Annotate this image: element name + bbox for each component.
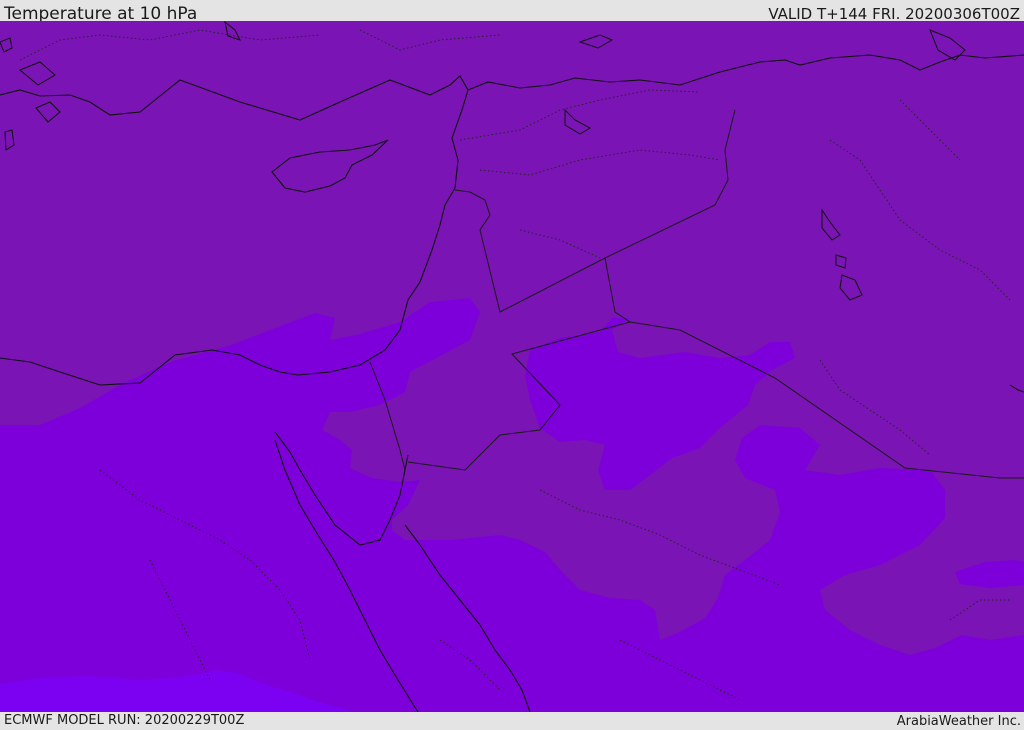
model-run: ECMWF MODEL RUN: 20200229T00Z: [4, 713, 245, 728]
header-bar: Temperature at 10 hPa VALID T+144 FRI. 2…: [0, 0, 1024, 24]
weather-map[interactable]: [0, 21, 1024, 712]
credit-text: ArabiaWeather Inc.: [896, 714, 1021, 729]
map-canvas: [0, 21, 1024, 712]
footer-bar: ECMWF MODEL RUN: 20200229T00Z ArabiaWeat…: [0, 712, 1024, 729]
